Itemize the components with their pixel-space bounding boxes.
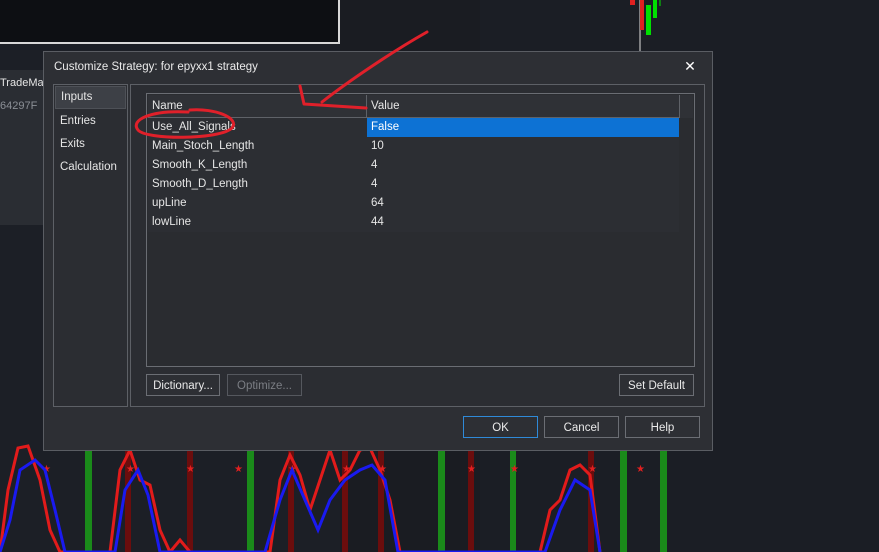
- category-list: Inputs Entries Exits Calculation: [53, 84, 128, 407]
- nav-item-entries[interactable]: Entries: [54, 110, 127, 133]
- input-name: Main_Stoch_Length: [152, 140, 255, 152]
- grid-rows: Use_All_Signals False Main_Stoch_Length …: [148, 118, 679, 232]
- svg-text:★: ★: [186, 464, 195, 475]
- nav-item-inputs[interactable]: Inputs: [55, 86, 126, 109]
- set-default-button[interactable]: Set Default: [619, 374, 694, 396]
- table-row[interactable]: Main_Stoch_Length 10: [148, 137, 679, 156]
- dialog-titlebar: Customize Strategy: for epyxx1 strategy …: [44, 52, 712, 82]
- dictionary-button[interactable]: Dictionary...: [146, 374, 220, 396]
- svg-text:★: ★: [510, 464, 519, 475]
- input-name: upLine: [152, 197, 187, 209]
- input-value-field[interactable]: 4: [367, 175, 679, 194]
- svg-text:★: ★: [467, 464, 476, 475]
- input-value-field[interactable]: 10: [367, 137, 679, 156]
- input-value-field[interactable]: 64: [367, 194, 679, 213]
- dialog-title: Customize Strategy: for epyxx1 strategy: [54, 61, 258, 73]
- customize-strategy-dialog: Customize Strategy: for epyxx1 strategy …: [43, 51, 713, 451]
- input-value-field[interactable]: 44: [367, 213, 679, 232]
- background-id-label: 64297F: [0, 100, 38, 112]
- help-button[interactable]: Help: [625, 416, 700, 438]
- ok-button[interactable]: OK: [463, 416, 538, 438]
- grid-header: Name Value: [148, 95, 679, 118]
- table-row[interactable]: Smooth_K_Length 4: [148, 156, 679, 175]
- candlestick-fragment: [630, 0, 661, 52]
- column-header-value[interactable]: Value: [367, 95, 679, 117]
- input-value-field[interactable]: 4: [367, 156, 679, 175]
- cancel-button[interactable]: Cancel: [544, 416, 619, 438]
- table-row[interactable]: lowLine 44: [148, 213, 679, 232]
- input-name: Use_All_Signals: [152, 121, 236, 133]
- input-name: Smooth_D_Length: [152, 178, 248, 190]
- table-row[interactable]: Smooth_D_Length 4: [148, 175, 679, 194]
- svg-text:★: ★: [234, 464, 243, 475]
- nav-item-calculation[interactable]: Calculation: [54, 156, 127, 179]
- input-name: lowLine: [152, 216, 191, 228]
- grid-scroll-corner: [679, 95, 693, 118]
- inputs-grid: Name Value Use_All_Signals False Main_St…: [146, 93, 695, 367]
- column-header-name[interactable]: Name: [148, 95, 367, 117]
- indicator-chart: ★ ★ ★ ★ ★ ★ ★ ★ ★ ★ ★: [0, 444, 667, 552]
- chart-window-box: [0, 0, 340, 44]
- close-icon[interactable]: ✕: [682, 58, 698, 74]
- indicator-markers: ★ ★ ★ ★ ★ ★ ★ ★ ★ ★ ★: [42, 464, 645, 475]
- inputs-panel: Name Value Use_All_Signals False Main_St…: [130, 84, 705, 407]
- svg-text:★: ★: [636, 464, 645, 475]
- input-name: Smooth_K_Length: [152, 159, 248, 171]
- background-side-panel: [0, 70, 45, 225]
- optimize-button[interactable]: Optimize...: [227, 374, 302, 396]
- table-row[interactable]: upLine 64: [148, 194, 679, 213]
- table-row[interactable]: Use_All_Signals False: [148, 118, 679, 137]
- nav-item-exits[interactable]: Exits: [54, 133, 127, 156]
- input-value-field[interactable]: False: [367, 118, 679, 137]
